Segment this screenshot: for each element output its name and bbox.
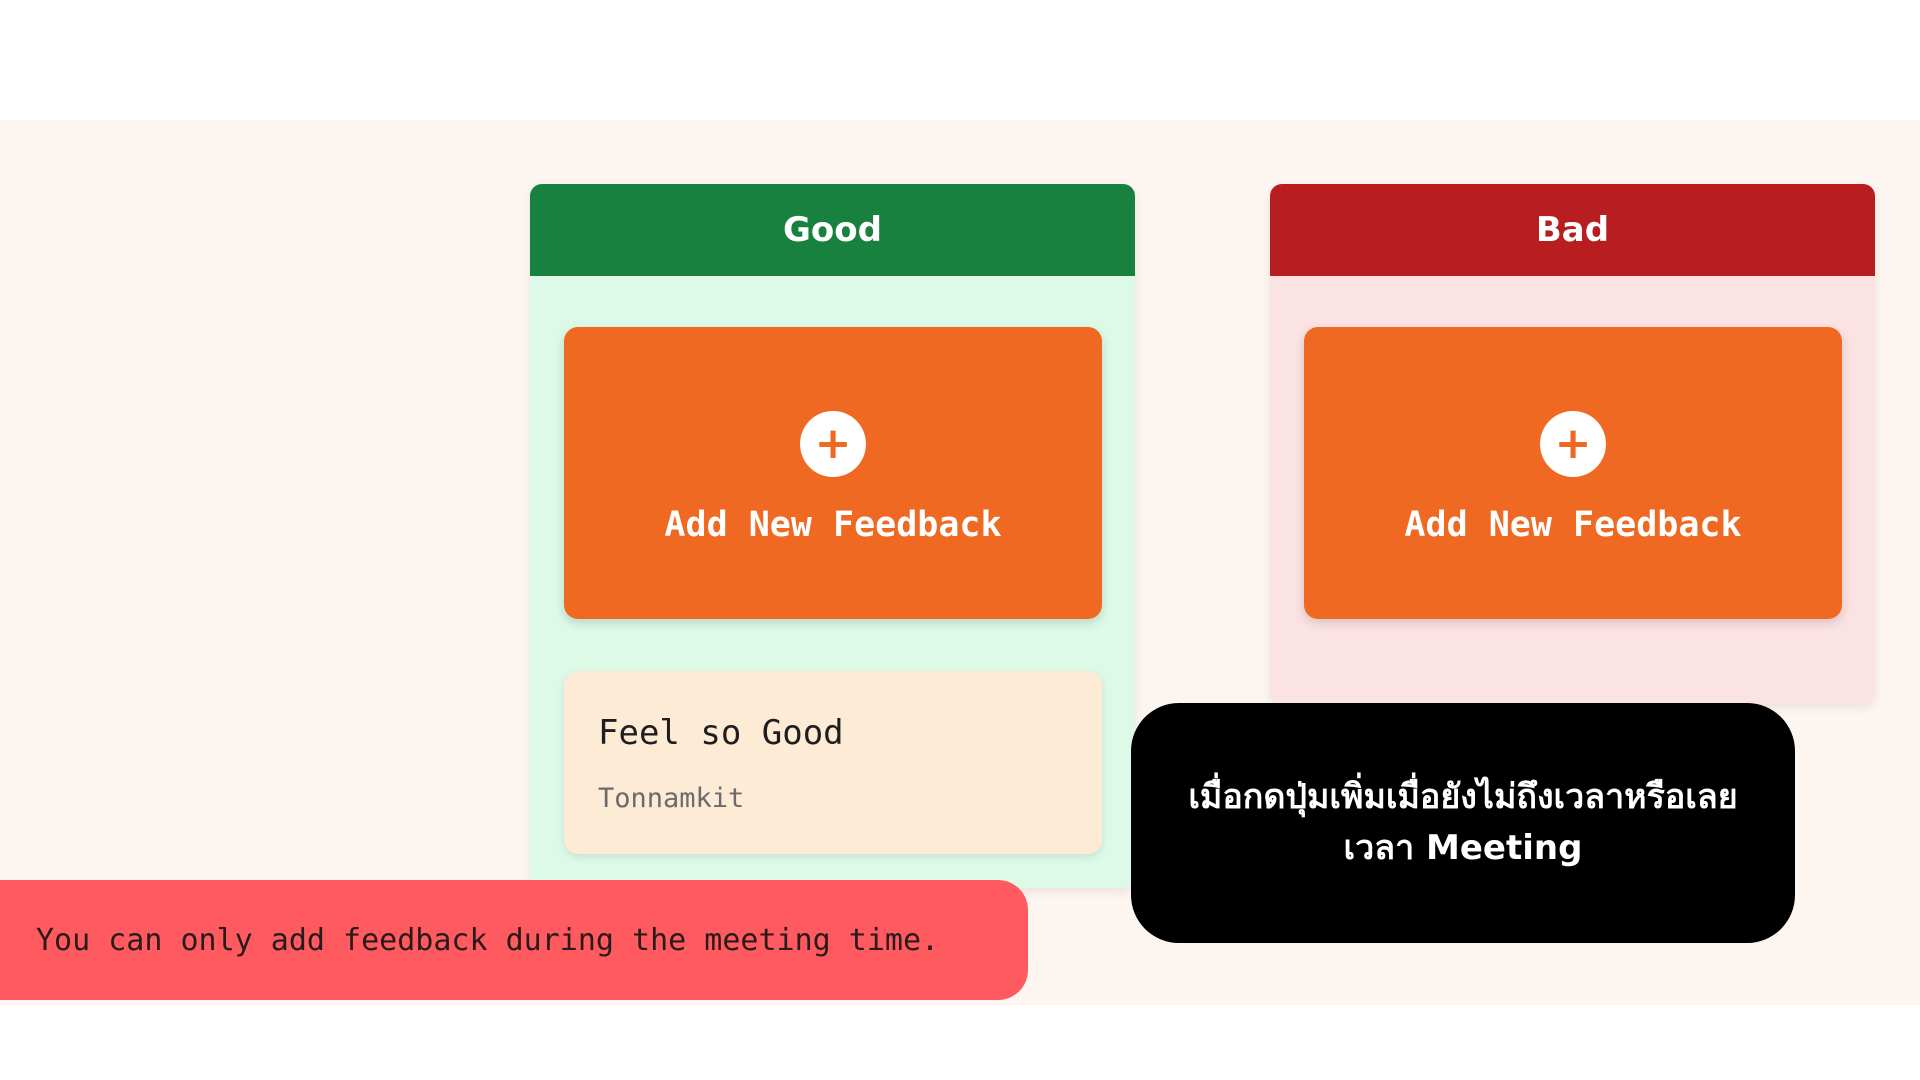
caption-line-1: เมื่อกดปุ่มเพิ่มเมื่อยังไม่ถึงเวลาหรือเล… bbox=[1188, 777, 1738, 817]
good-column: Good + Add New Feedback Feel so Good Ton… bbox=[530, 184, 1135, 888]
error-toast: You can only add feedback during the mee… bbox=[0, 880, 1028, 1000]
feedback-author: Tonnamkit bbox=[598, 783, 745, 814]
add-bad-feedback-button[interactable]: + Add New Feedback bbox=[1304, 327, 1842, 619]
bad-column-header: Bad bbox=[1270, 184, 1875, 276]
caption-line-2: เวลา Meeting bbox=[1343, 828, 1583, 868]
plus-icon: + bbox=[1540, 411, 1606, 477]
add-good-feedback-button[interactable]: + Add New Feedback bbox=[564, 327, 1102, 619]
feedback-card[interactable]: Feel so Good Tonnamkit bbox=[564, 671, 1102, 854]
annotation-caption: เมื่อกดปุ่มเพิ่มเมื่อยังไม่ถึงเวลาหรือเล… bbox=[1131, 703, 1795, 943]
bad-column: Bad + Add New Feedback bbox=[1270, 184, 1875, 704]
add-feedback-label: Add New Feedback bbox=[1404, 505, 1742, 545]
plus-icon: + bbox=[800, 411, 866, 477]
good-column-header: Good bbox=[530, 184, 1135, 276]
add-feedback-label: Add New Feedback bbox=[664, 505, 1002, 545]
feedback-text: Feel so Good bbox=[598, 713, 844, 753]
toast-message: You can only add feedback during the mee… bbox=[36, 922, 940, 958]
